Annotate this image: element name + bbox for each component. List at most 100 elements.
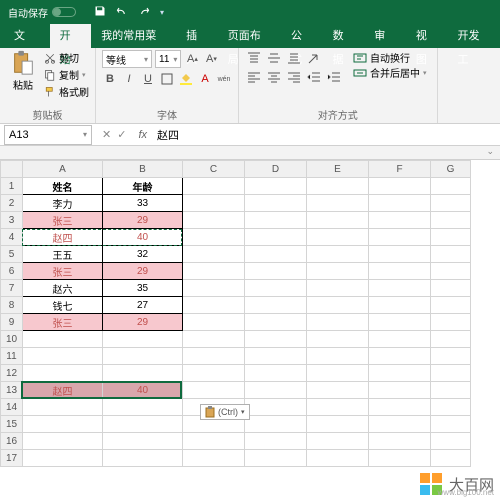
cell[interactable] xyxy=(183,212,245,229)
cell[interactable] xyxy=(245,331,307,348)
cell[interactable] xyxy=(369,314,431,331)
cell[interactable] xyxy=(245,348,307,365)
cell[interactable] xyxy=(183,195,245,212)
copy-button[interactable]: 复制▾ xyxy=(44,67,89,82)
cell[interactable] xyxy=(103,433,183,450)
cell[interactable] xyxy=(245,178,307,195)
merge-center-button[interactable]: 合并后居中▾ xyxy=(349,65,431,80)
cell[interactable] xyxy=(183,297,245,314)
cell[interactable] xyxy=(183,433,245,450)
row-header[interactable]: 12 xyxy=(1,365,23,382)
cell[interactable] xyxy=(307,365,369,382)
row-header[interactable]: 8 xyxy=(1,297,23,314)
phonetic-button[interactable]: wén xyxy=(216,71,232,87)
cell[interactable] xyxy=(369,229,431,246)
cell[interactable] xyxy=(183,450,245,467)
border-button[interactable] xyxy=(159,71,175,87)
cell[interactable] xyxy=(369,365,431,382)
row-header[interactable]: 13 xyxy=(1,382,23,399)
col-header-a[interactable]: A xyxy=(23,161,103,178)
cell[interactable]: 王五 xyxy=(23,246,103,263)
cell[interactable]: 李力 xyxy=(23,195,103,212)
cell[interactable] xyxy=(307,178,369,195)
cell[interactable]: 张三 xyxy=(23,263,103,280)
cell[interactable] xyxy=(431,450,471,467)
tab-dev[interactable]: 开发工 xyxy=(448,24,500,48)
bold-button[interactable]: B xyxy=(102,71,118,87)
cell[interactable]: 姓名 xyxy=(23,178,103,195)
row-header[interactable]: 9 xyxy=(1,314,23,331)
cell[interactable] xyxy=(431,212,471,229)
cell[interactable] xyxy=(431,178,471,195)
row-header[interactable]: 14 xyxy=(1,399,23,416)
row-header[interactable]: 5 xyxy=(1,246,23,263)
cell[interactable] xyxy=(245,195,307,212)
tab-home[interactable]: 开始 xyxy=(50,24,92,48)
cell[interactable] xyxy=(307,297,369,314)
font-color-button[interactable]: A xyxy=(197,71,213,87)
cut-button[interactable]: 剪切 xyxy=(44,50,89,65)
cell[interactable] xyxy=(431,382,471,399)
cell[interactable] xyxy=(245,263,307,280)
cell[interactable] xyxy=(245,297,307,314)
italic-button[interactable]: I xyxy=(121,71,137,87)
cell[interactable] xyxy=(245,450,307,467)
cell[interactable] xyxy=(369,297,431,314)
cell[interactable] xyxy=(431,348,471,365)
cell[interactable] xyxy=(245,382,307,399)
cell[interactable] xyxy=(369,212,431,229)
cell[interactable] xyxy=(183,246,245,263)
cell[interactable] xyxy=(307,399,369,416)
tab-custom[interactable]: 我的常用菜单 xyxy=(91,24,176,48)
autosave-toggle[interactable]: 自动保存 xyxy=(8,5,76,20)
select-all-corner[interactable] xyxy=(1,161,23,178)
cell[interactable] xyxy=(103,416,183,433)
row-header[interactable]: 7 xyxy=(1,280,23,297)
cell[interactable] xyxy=(23,399,103,416)
cell[interactable]: 赵四 xyxy=(23,229,103,246)
cell[interactable] xyxy=(103,348,183,365)
row-header[interactable]: 10 xyxy=(1,331,23,348)
cell[interactable] xyxy=(23,450,103,467)
cell[interactable] xyxy=(431,365,471,382)
cell[interactable] xyxy=(307,246,369,263)
cell[interactable] xyxy=(103,399,183,416)
cell[interactable] xyxy=(307,229,369,246)
underline-button[interactable]: U xyxy=(140,71,156,87)
spreadsheet[interactable]: A B C D E F G 1姓名年龄 2李力33 3张三29 4赵四40 5王… xyxy=(0,160,500,467)
cell[interactable] xyxy=(369,382,431,399)
col-header-d[interactable]: D xyxy=(245,161,307,178)
cell[interactable] xyxy=(183,365,245,382)
cell[interactable] xyxy=(307,450,369,467)
cell[interactable]: 40 xyxy=(103,382,183,399)
cell[interactable] xyxy=(183,348,245,365)
formula-bar-expand[interactable]: ⌄ xyxy=(0,146,500,160)
cell[interactable] xyxy=(307,416,369,433)
cell[interactable] xyxy=(245,229,307,246)
row-header[interactable]: 4 xyxy=(1,229,23,246)
font-name-select[interactable]: 等线▾ xyxy=(102,50,152,68)
cell[interactable] xyxy=(245,246,307,263)
tab-file[interactable]: 文件 xyxy=(0,24,50,48)
cell[interactable] xyxy=(369,433,431,450)
cell[interactable] xyxy=(183,178,245,195)
cell[interactable]: 钱七 xyxy=(23,297,103,314)
formula-bar[interactable]: 赵四 xyxy=(153,127,500,143)
cell[interactable] xyxy=(245,280,307,297)
cell[interactable] xyxy=(245,399,307,416)
decrease-font-icon[interactable]: A▾ xyxy=(203,51,219,67)
orientation-icon[interactable] xyxy=(305,50,323,66)
cell[interactable] xyxy=(307,382,369,399)
fx-icon[interactable]: fx xyxy=(138,129,147,141)
tab-insert[interactable]: 插入 xyxy=(176,24,218,48)
redo-icon[interactable] xyxy=(138,5,150,20)
cell[interactable] xyxy=(245,212,307,229)
align-middle-icon[interactable] xyxy=(265,50,283,66)
name-box[interactable]: A13▾ xyxy=(4,125,92,145)
col-header-g[interactable]: G xyxy=(431,161,471,178)
cell[interactable] xyxy=(431,433,471,450)
cell[interactable] xyxy=(245,314,307,331)
cell[interactable]: 35 xyxy=(103,280,183,297)
cell[interactable]: 33 xyxy=(103,195,183,212)
cell[interactable] xyxy=(307,212,369,229)
